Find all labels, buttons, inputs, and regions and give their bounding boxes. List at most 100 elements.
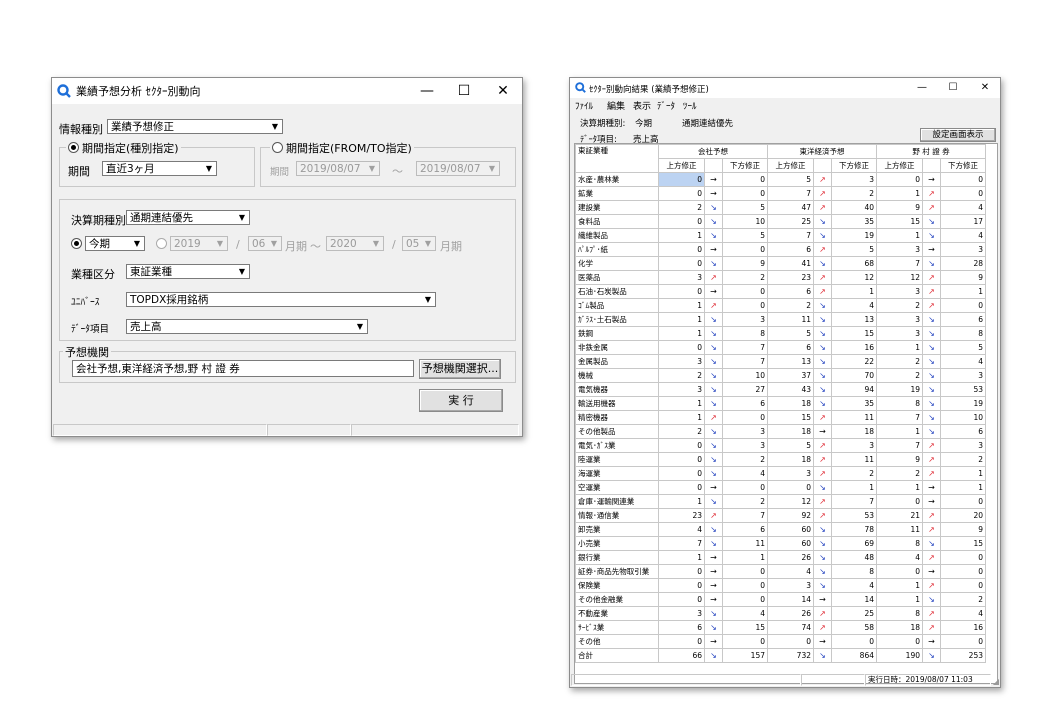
table-row[interactable]: 機械 2 ↘ 10 37 ↘ 70 2 ↘ 3 [575, 368, 986, 383]
year-to-select[interactable]: 2020 ▼ [326, 236, 384, 251]
subheader-up: 上方修正 [658, 158, 705, 173]
maximize-button[interactable]: ☐ [936, 77, 970, 99]
table-row[interactable]: 輸送用機器 1 ↘ 6 18 ↘ 35 8 ↘ 19 [575, 396, 986, 411]
table-row[interactable]: 繊維製品 1 ↘ 5 7 ↘ 19 1 ↘ 4 [575, 228, 986, 243]
downward-revision-cell: 9 [940, 522, 986, 537]
upward-revision-cell: 41 [767, 256, 814, 271]
table-row[interactable]: ｺﾞﾑ製品 1 ↗ 0 2 ↘ 4 2 ↗ 0 [575, 298, 986, 313]
table-row[interactable]: 電気･ｶﾞｽ業 0 ↘ 3 5 ↗ 3 7 ↗ 3 [575, 438, 986, 453]
table-row[interactable]: 小売業 7 ↘ 11 60 ↘ 69 8 ↘ 15 [575, 536, 986, 551]
month-from-select[interactable]: 06 ▼ [248, 236, 282, 251]
forecaster-select-button[interactable]: 予想機関選択... [419, 359, 501, 379]
resize-grip-icon[interactable]: ◢ [993, 677, 999, 686]
menu-tools[interactable]: ﾂｰﾙ [683, 99, 697, 112]
table-row[interactable]: 空運業 0 → 0 0 ↘ 1 1 → 1 [575, 480, 986, 495]
table-row[interactable]: 医薬品 3 ↗ 2 23 ↗ 12 12 ↗ 9 [575, 270, 986, 285]
table-row[interactable]: ｶﾞﾗｽ･土石製品 1 ↘ 3 11 ↘ 13 3 ↘ 6 [575, 312, 986, 327]
table-row[interactable]: 証券･商品先物取引業 0 → 0 4 ↘ 8 0 → 0 [575, 564, 986, 579]
info-type-select[interactable]: 業績予想修正 ▼ [107, 119, 283, 134]
maximize-button[interactable]: ☐ [447, 80, 481, 102]
table-row[interactable]: 水産･農林業 0 → 0 5 ↗ 3 0 → 0 [575, 172, 986, 187]
industry-select[interactable]: 東証業種 ▼ [126, 264, 250, 279]
table-row[interactable]: 精密機器 1 ↗ 0 15 ↗ 11 7 ↘ 10 [575, 410, 986, 425]
period-from-date[interactable]: 2019/08/07 ▼ [296, 161, 380, 176]
year-from-select[interactable]: 2019 ▼ [170, 236, 228, 251]
period-type-radio[interactable]: 期間指定(種別指定) [66, 140, 181, 156]
downward-revision-cell: 864 [831, 648, 877, 663]
table-row[interactable]: ｻｰﾋﾞｽ業 6 ↘ 15 74 ↗ 58 18 ↗ 16 [575, 620, 986, 635]
table-row[interactable]: その他金融業 0 → 0 14 → 14 1 ↘ 2 [575, 592, 986, 607]
table-row[interactable]: その他 0 → 0 0 → 0 0 → 0 [575, 634, 986, 649]
downward-revision-cell: 11 [831, 410, 877, 425]
upward-revision-cell: 11 [767, 312, 814, 327]
data-item-select[interactable]: 売上高 ▼ [126, 319, 368, 334]
dialog-statusbar [52, 423, 522, 436]
table-row[interactable]: その他製品 2 ↘ 3 18 → 18 1 ↘ 6 [575, 424, 986, 439]
downward-revision-cell: 2 [831, 466, 877, 481]
month-from-value: 06 [252, 238, 266, 250]
settings-screen-button[interactable]: 設定画面表示 [920, 128, 996, 142]
dialog-title: 業績予想分析 ｾｸﾀｰ別動向 [76, 85, 201, 98]
run-button[interactable]: 実 行 [419, 389, 503, 412]
upward-revision-cell: 0 [658, 592, 705, 607]
downward-revision-cell: 4 [831, 298, 877, 313]
period-select[interactable]: 直近3ヶ月 ▼ [102, 161, 217, 176]
table-row[interactable]: 石油･石炭製品 0 → 0 6 ↗ 1 3 ↗ 1 [575, 284, 986, 299]
table-row[interactable]: 食料品 0 ↘ 10 25 ↘ 35 15 ↘ 17 [575, 214, 986, 229]
upward-revision-cell: 0 [658, 340, 705, 355]
period-range-radio[interactable]: 期間指定(FROM/TO指定) [270, 140, 414, 156]
term-select[interactable]: 今期 ▼ [85, 236, 145, 251]
table-row[interactable]: 化学 0 ↘ 9 41 ↘ 68 7 ↘ 28 [575, 256, 986, 271]
table-row[interactable]: 不動産業 3 ↘ 4 26 ↗ 25 8 ↗ 4 [575, 606, 986, 621]
custom-term-radio[interactable] [156, 238, 170, 251]
downward-revision-cell: 10 [722, 368, 768, 383]
table-row[interactable]: 倉庫･運輸関連業 1 ↘ 2 12 ↗ 7 0 → 0 [575, 494, 986, 509]
downward-revision-cell: 0 [940, 564, 986, 579]
trend-down-icon: ↘ [704, 536, 723, 551]
table-row[interactable]: 銀行業 1 → 1 26 ↘ 48 4 ↗ 0 [575, 550, 986, 565]
industry-name-cell: 小売業 [575, 536, 659, 551]
trend-down-icon: ↘ [922, 256, 941, 271]
table-row[interactable]: 卸売業 4 ↘ 6 60 ↘ 78 11 ↗ 9 [575, 522, 986, 537]
downward-revision-cell: 40 [831, 200, 877, 215]
close-button[interactable]: ✕ [486, 80, 520, 102]
menu-edit[interactable]: 編集 [607, 99, 625, 112]
upward-revision-cell: 1 [658, 326, 705, 341]
month-to-select[interactable]: 05 ▼ [402, 236, 436, 251]
settle-type-select[interactable]: 通期連結優先 ▼ [126, 210, 250, 225]
table-row[interactable]: 合計 66 ↘ 157 732 ↘ 864 190 ↘ 253 [575, 648, 986, 663]
menu-data[interactable]: ﾃﾞｰﾀ [657, 99, 675, 112]
upward-revision-cell: 0 [658, 480, 705, 495]
status-text: 実行日時：2019/08/07 11:03 [865, 674, 991, 686]
minimize-button[interactable]: — [410, 80, 444, 102]
close-button[interactable]: ✕ [968, 77, 1002, 99]
forecaster-field[interactable]: 会社予想,東洋経済予想,野 村 證 券 [72, 360, 414, 377]
upward-revision-cell: 13 [767, 354, 814, 369]
table-row[interactable]: 建設業 2 ↘ 5 47 ↗ 40 9 ↗ 4 [575, 200, 986, 215]
this-term-radio[interactable] [71, 238, 85, 251]
table-row[interactable]: 非鉄金属 0 ↘ 7 6 ↘ 16 1 ↘ 5 [575, 340, 986, 355]
table-row[interactable]: 金属製品 3 ↘ 7 13 ↘ 22 2 ↘ 4 [575, 354, 986, 369]
minimize-button[interactable]: — [905, 77, 939, 99]
menu-file[interactable]: ﾌｧｲﾙ [575, 99, 593, 112]
menu-view[interactable]: 表示 [633, 99, 651, 112]
period-to-date[interactable]: 2019/08/07 ▼ [416, 161, 500, 176]
trend-up-icon: ↗ [813, 494, 832, 509]
upward-revision-cell: 9 [876, 452, 923, 467]
downward-revision-cell: 2 [722, 494, 768, 509]
upward-revision-cell: 0 [658, 214, 705, 229]
upward-revision-cell: 15 [767, 410, 814, 425]
trend-down-icon: ↘ [704, 424, 723, 439]
universe-select[interactable]: TOPDX採用銘柄 ▼ [126, 292, 436, 307]
downward-revision-cell: 3 [831, 438, 877, 453]
downward-revision-cell: 1 [831, 480, 877, 495]
upward-revision-cell: 4 [876, 550, 923, 565]
table-row[interactable]: 情報･通信業 23 ↗ 7 92 ↗ 53 21 ↗ 20 [575, 508, 986, 523]
table-row[interactable]: 電気機器 3 ↘ 27 43 ↘ 94 19 ↘ 53 [575, 382, 986, 397]
table-row[interactable]: 保険業 0 → 0 3 ↘ 4 1 ↗ 0 [575, 578, 986, 593]
table-row[interactable]: 鉄鋼 1 ↘ 8 5 ↘ 15 3 ↘ 8 [575, 326, 986, 341]
table-row[interactable]: 鉱業 0 → 0 7 ↗ 2 1 ↗ 0 [575, 186, 986, 201]
table-row[interactable]: 海運業 0 ↘ 4 3 ↗ 2 2 ↗ 1 [575, 466, 986, 481]
table-row[interactable]: 陸運業 0 ↘ 2 18 ↗ 11 9 ↗ 2 [575, 452, 986, 467]
table-row[interactable]: ﾊﾟﾙﾌﾟ･紙 0 → 0 6 ↗ 5 3 → 3 [575, 242, 986, 257]
